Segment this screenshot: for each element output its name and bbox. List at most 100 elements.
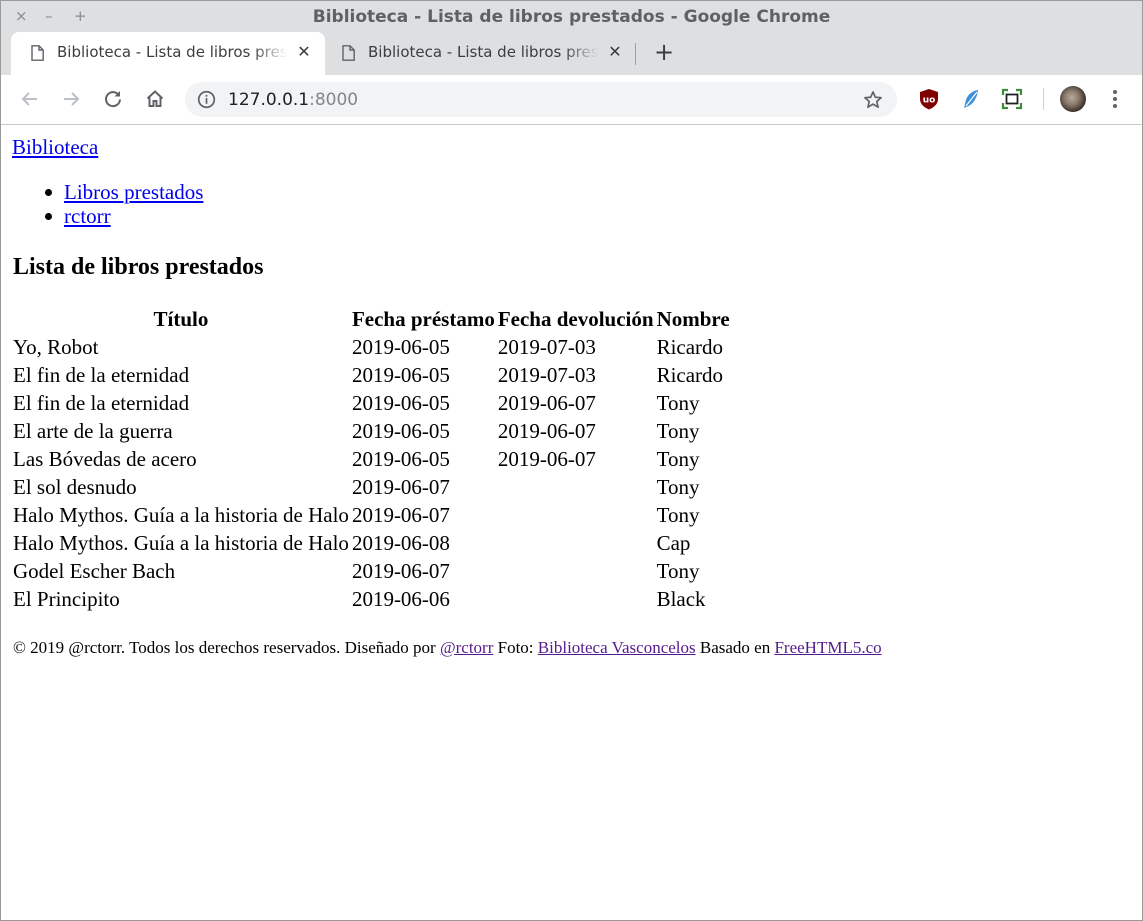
info-icon[interactable]: [197, 90, 216, 109]
table-row: El fin de la eternidad 2019-06-05 2019-07-…: [13, 361, 730, 389]
tab-active[interactable]: Biblioteca - Lista de libros prestados ✕: [11, 32, 325, 75]
nav-list: Libros prestados rctorr: [12, 180, 203, 228]
tab-strip: Biblioteca - Lista de libros prestados ✕…: [1, 32, 1142, 75]
nav-link-rctorr[interactable]: rctorr: [64, 204, 111, 228]
cell-nombre: Tony: [656, 559, 700, 583]
reload-icon[interactable]: [101, 87, 125, 111]
cell-fecha-devolucion: [498, 473, 654, 501]
cell-titulo: El fin de la eternidad: [13, 391, 190, 415]
cell-titulo: Halo Mythos. Guía a la historia de Halo: [13, 503, 349, 527]
cell-nombre: Tony: [656, 447, 700, 471]
table-row: El fin de la eternidad 2019-06-05 2019-06-…: [13, 389, 730, 417]
cell-nombre: Tony: [656, 419, 700, 443]
cell-titulo: Godel Escher Bach: [13, 559, 176, 583]
cell-fecha-devolucion: 2019-07-03: [497, 335, 596, 359]
cell-titulo: Halo Mythos. Guía a la historia de Halo: [13, 531, 349, 555]
col-header-titulo: Título: [153, 307, 209, 331]
url-text[interactable]: 127.0.0.1:8000: [228, 90, 358, 110]
table-header-row: Título Fecha préstamo Fecha devolución N…: [13, 305, 730, 333]
cell-fecha-prestamo: 2019-06-05: [351, 363, 450, 387]
back-arrow-icon[interactable]: [18, 87, 42, 111]
cell-titulo: El sol desnudo: [13, 475, 137, 499]
url-port: :8000: [309, 90, 359, 110]
cell-fecha-devolucion: 2019-06-07: [497, 419, 596, 443]
title-bar: × – + Biblioteca - Lista de libros prest…: [1, 1, 1142, 32]
browser-toolbar: 127.0.0.1:8000 uo: [1, 75, 1142, 125]
table-row: Halo Mythos. Guía a la historia de Halo 2…: [13, 529, 730, 557]
tab-label: Biblioteca - Lista de libros prestados: [57, 43, 287, 61]
nav-item-libros-prestados: Libros prestados: [12, 180, 203, 204]
nav-item-rctorr: rctorr: [12, 204, 203, 228]
cell-titulo: El Principito: [13, 587, 120, 611]
cell-fecha-devolucion: [498, 501, 654, 529]
cell-nombre: Black: [656, 587, 706, 611]
table-row: Las Bóvedas de acero 2019-06-05 2019-06-07…: [13, 445, 730, 473]
cell-fecha-devolucion: [498, 529, 654, 557]
cell-nombre: Tony: [656, 503, 700, 527]
new-tab-button[interactable]: +: [652, 40, 676, 64]
tab-label: Biblioteca - Lista de libros prestados: [368, 43, 598, 61]
cell-fecha-prestamo: 2019-06-05: [351, 391, 450, 415]
page-icon: [342, 45, 355, 61]
home-icon[interactable]: [143, 87, 167, 111]
profile-avatar[interactable]: [1060, 86, 1086, 112]
footer-based-text: Basado en: [695, 638, 775, 657]
table-row: El sol desnudo 2019-06-07 Tony: [13, 473, 730, 501]
col-header-fecha-prestamo: Fecha préstamo: [351, 307, 495, 331]
toolbar-separator: [1043, 88, 1044, 110]
cell-fecha-prestamo: 2019-06-05: [351, 447, 450, 471]
feather-icon[interactable]: [959, 87, 983, 111]
screen-capture-icon[interactable]: [1000, 87, 1024, 111]
cell-nombre: Tony: [656, 475, 700, 499]
tab-inactive[interactable]: Biblioteca - Lista de libros prestados ✕: [322, 32, 636, 75]
cell-nombre: Ricardo: [656, 363, 724, 387]
cell-fecha-devolucion: 2019-06-07: [497, 391, 596, 415]
cell-fecha-prestamo: 2019-06-07: [351, 503, 450, 527]
cell-fecha-prestamo: 2019-06-05: [351, 335, 450, 359]
footer-copyright: © 2019 @rctorr. Todos los derechos reser…: [13, 638, 440, 657]
list-bullet: [45, 213, 52, 220]
cell-titulo: El arte de la guerra: [13, 419, 173, 443]
cell-nombre: Ricardo: [656, 335, 724, 359]
footer-photo-text: Foto:: [493, 638, 538, 657]
tab-close-icon[interactable]: ✕: [607, 43, 623, 61]
cell-fecha-prestamo: 2019-06-06: [351, 587, 450, 611]
star-icon[interactable]: [862, 89, 884, 111]
address-bar[interactable]: 127.0.0.1:8000: [185, 82, 897, 117]
cell-titulo: El fin de la eternidad: [13, 363, 190, 387]
nav-link-libros-prestados[interactable]: Libros prestados: [64, 180, 203, 204]
designer-link[interactable]: @rctorr: [440, 638, 493, 657]
table-row: Godel Escher Bach 2019-06-07 Tony: [13, 557, 730, 585]
cell-fecha-devolucion: [498, 585, 654, 613]
cell-fecha-devolucion: 2019-07-03: [497, 363, 596, 387]
forward-arrow-icon[interactable]: [59, 87, 83, 111]
tab-separator: [635, 43, 636, 65]
table-row: El Principito 2019-06-06 Black: [13, 585, 730, 613]
cell-fecha-devolucion: 2019-06-07: [497, 447, 596, 471]
photo-link[interactable]: Biblioteca Vasconcelos: [538, 638, 696, 657]
cell-fecha-prestamo: 2019-06-05: [351, 419, 450, 443]
tab-close-icon[interactable]: ✕: [296, 43, 312, 61]
browser-window: × – + Biblioteca - Lista de libros prest…: [0, 0, 1143, 921]
page-icon: [31, 45, 44, 61]
cell-fecha-prestamo: 2019-06-07: [351, 475, 450, 499]
page-content: Biblioteca Libros prestados rctorr Lista…: [1, 125, 1142, 920]
svg-text:uo: uo: [923, 96, 936, 106]
cell-nombre: Tony: [656, 391, 700, 415]
table-row: Yo, Robot 2019-06-05 2019-07-03 Ricardo: [13, 333, 730, 361]
url-host: 127.0.0.1: [228, 90, 310, 110]
cell-fecha-prestamo: 2019-06-08: [351, 531, 450, 555]
brand-link[interactable]: Biblioteca: [12, 135, 98, 159]
kebab-menu-icon[interactable]: [1105, 87, 1125, 111]
cell-titulo: Las Bóvedas de acero: [13, 447, 197, 471]
cell-titulo: Yo, Robot: [13, 335, 99, 359]
cell-fecha-prestamo: 2019-06-07: [351, 559, 450, 583]
table-row: El arte de la guerra 2019-06-05 2019-06-07…: [13, 417, 730, 445]
freehtml5-link[interactable]: FreeHTML5.co: [774, 638, 881, 657]
footer: © 2019 @rctorr. Todos los derechos reser…: [13, 637, 882, 659]
ublock-origin-icon[interactable]: uo: [917, 87, 941, 111]
page-heading: Lista de libros prestados: [13, 254, 264, 280]
list-bullet: [45, 189, 52, 196]
col-header-nombre: Nombre: [656, 307, 730, 331]
cell-fecha-devolucion: [498, 557, 654, 585]
